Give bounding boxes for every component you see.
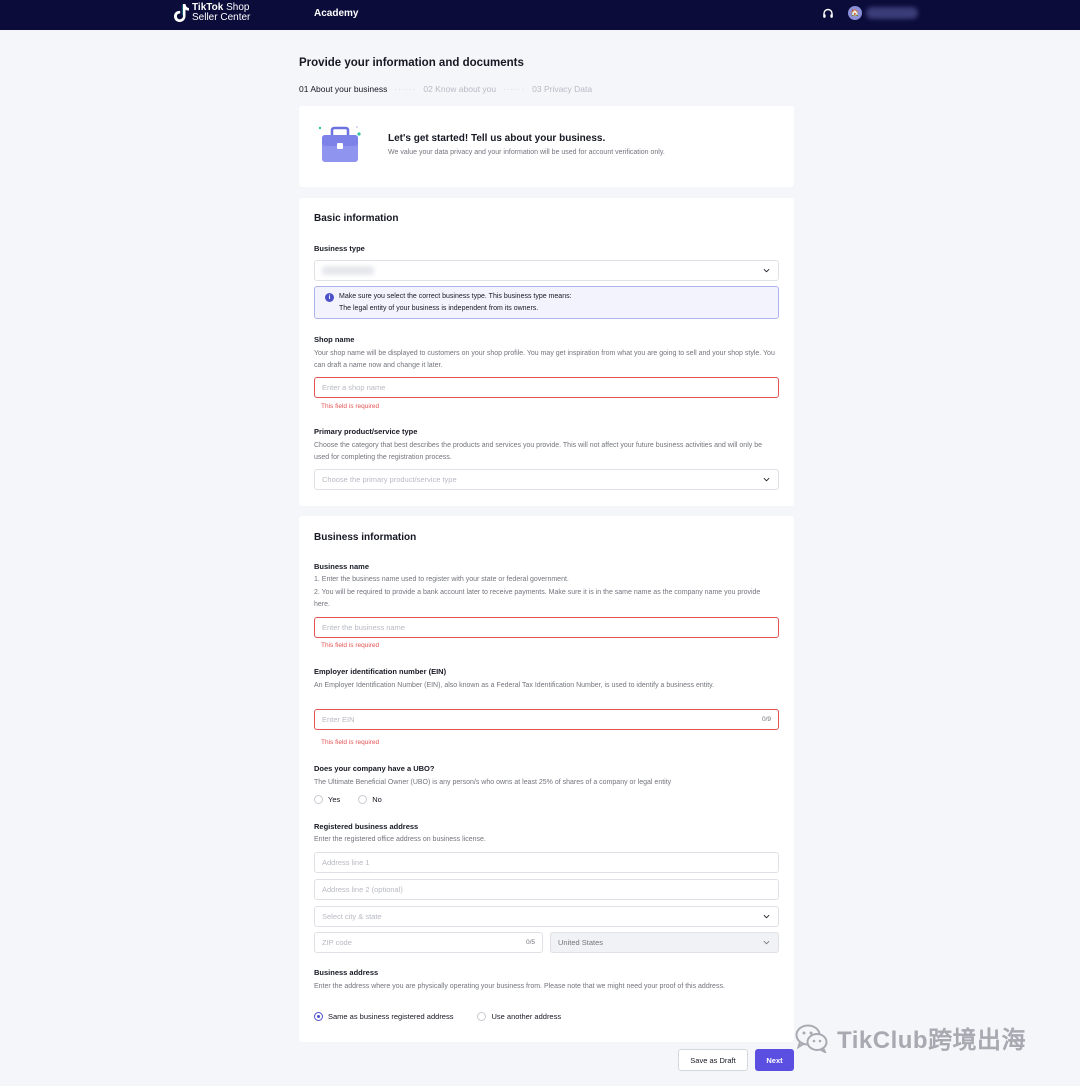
ubo-yes-label[interactable]: Yes: [328, 795, 340, 804]
step-3: 03 Privacy Data: [532, 84, 593, 94]
avatar-initial: 🏠: [850, 10, 860, 17]
intro-card: Let's get started! Tell us about your bu…: [299, 106, 794, 187]
shop-name-input[interactable]: Enter a shop name: [314, 377, 779, 398]
user-avatar[interactable]: 🏠: [848, 6, 862, 20]
business-info-title: Business information: [314, 532, 417, 543]
ein-placeholder: Enter EIN: [322, 715, 355, 724]
basic-information-card: Basic information Business type i Make s…: [299, 198, 794, 506]
product-type-description: Choose the category that best describes …: [314, 442, 762, 461]
headset-support-icon[interactable]: [822, 8, 834, 20]
next-button[interactable]: Next: [755, 1049, 794, 1071]
business-type-value-blurred: [322, 266, 374, 275]
zip-code-placeholder: ZIP code: [322, 938, 352, 947]
city-state-placeholder: Select city & state: [322, 912, 382, 921]
top-navigation-bar: TikTok Shop Seller Center Academy 🏠: [0, 0, 1080, 30]
business-information-card: Business information Business name 1. En…: [299, 516, 794, 1042]
briefcase-icon: [318, 126, 361, 162]
tiktok-note-icon: [174, 4, 189, 22]
address-line-1-input[interactable]: Address line 1: [314, 852, 779, 873]
ein-char-count: 0/9: [761, 716, 771, 723]
chevron-down-icon: [763, 268, 770, 273]
same-address-radio[interactable]: [314, 1012, 323, 1021]
step-separator: ······: [394, 84, 417, 94]
address-line-2-placeholder: Address line 2 (optional): [322, 885, 403, 894]
page-title: Provide your information and documents: [299, 57, 524, 69]
another-address-label[interactable]: Use another address: [491, 1012, 561, 1021]
address-line-2-input[interactable]: Address line 2 (optional): [314, 879, 779, 900]
another-address-radio[interactable]: [477, 1012, 487, 1021]
ubo-description: The Ultimate Beneficial Owner (UBO) is a…: [314, 779, 672, 786]
watermark-text: TikClub跨境出海: [837, 1027, 1027, 1054]
business-name-label: Business name: [314, 562, 370, 571]
city-state-select[interactable]: Select city & state: [314, 906, 779, 927]
step-2: 02 Know about you: [423, 84, 497, 94]
shop-name-error: This field is required: [321, 403, 380, 410]
ubo-label: Does your company have a UBO?: [314, 764, 435, 773]
same-address-label[interactable]: Same as business registered address: [328, 1012, 453, 1021]
country-select[interactable]: United States: [550, 932, 779, 953]
notice-line-1: Make sure you select the correct busines…: [339, 293, 572, 300]
user-name-blurred[interactable]: [866, 7, 918, 19]
shop-name-description: Your shop name will be displayed to cust…: [314, 350, 775, 369]
business-name-description-2: 2. You will be required to provide a ban…: [314, 589, 761, 608]
ubo-yes-radio[interactable]: [314, 795, 323, 804]
basic-info-title: Basic information: [314, 213, 399, 224]
shop-name-label: Shop name: [314, 335, 355, 344]
step-separator: ······: [503, 84, 526, 94]
business-type-select[interactable]: [314, 260, 779, 281]
product-type-label: Primary product/service type: [314, 427, 418, 436]
wechat-icon: [795, 1024, 828, 1053]
business-address-label: Business address: [314, 968, 379, 977]
registered-address-description: Enter the registered office address on b…: [314, 836, 486, 843]
intro-title: Let's get started! Tell us about your bu…: [388, 133, 606, 144]
ein-description: An Employer Identification Number (EIN),…: [314, 682, 715, 689]
business-address-radio-group: Same as business registered address Use …: [314, 1012, 561, 1021]
business-name-description-1: 1. Enter the business name used to regis…: [314, 576, 569, 583]
intro-subtitle: We value your data privacy and your info…: [388, 149, 665, 156]
ein-label: Employer identification number (EIN): [314, 667, 447, 676]
ubo-radio-group: Yes No: [314, 795, 382, 804]
info-icon: i: [325, 293, 334, 302]
registered-address-label: Registered business address: [314, 822, 419, 831]
product-type-placeholder: Choose the primary product/service type: [322, 475, 457, 484]
business-type-notice: i Make sure you select the correct busin…: [314, 286, 779, 319]
zip-code-input[interactable]: ZIP code 0/5: [314, 932, 543, 953]
ein-input[interactable]: Enter EIN 0/9: [314, 709, 779, 730]
ubo-no-radio[interactable]: [358, 795, 368, 804]
business-name-placeholder: Enter the business name: [322, 623, 405, 632]
notice-line-2: The legal entity of your business is ind…: [339, 305, 539, 312]
business-name-input[interactable]: Enter the business name: [314, 617, 779, 638]
ubo-no-label[interactable]: No: [372, 795, 382, 804]
chevron-down-icon: [763, 477, 770, 482]
ein-error: This field is required: [321, 739, 380, 746]
logo-subtitle: Seller Center: [192, 12, 251, 23]
country-value: United States: [558, 938, 604, 947]
business-type-label: Business type: [314, 244, 365, 253]
business-address-description: Enter the address where you are physical…: [314, 983, 725, 990]
save-as-draft-button[interactable]: Save as Draft: [678, 1049, 748, 1071]
shop-name-placeholder: Enter a shop name: [322, 383, 386, 392]
chevron-down-icon: [763, 940, 770, 945]
step-progress: 01 About your business ······ 02 Know ab…: [299, 84, 592, 94]
nav-academy-link[interactable]: Academy: [314, 8, 358, 19]
watermark: TikClub跨境出海: [795, 1020, 1026, 1055]
business-name-error: This field is required: [321, 642, 380, 649]
address-line-1-placeholder: Address line 1: [322, 858, 370, 867]
chevron-down-icon: [763, 914, 770, 919]
zip-char-count: 0/5: [525, 939, 535, 946]
tiktok-shop-logo[interactable]: TikTok Shop Seller Center: [173, 3, 250, 23]
product-type-select[interactable]: Choose the primary product/service type: [314, 469, 779, 490]
step-1: 01 About your business: [299, 84, 388, 94]
